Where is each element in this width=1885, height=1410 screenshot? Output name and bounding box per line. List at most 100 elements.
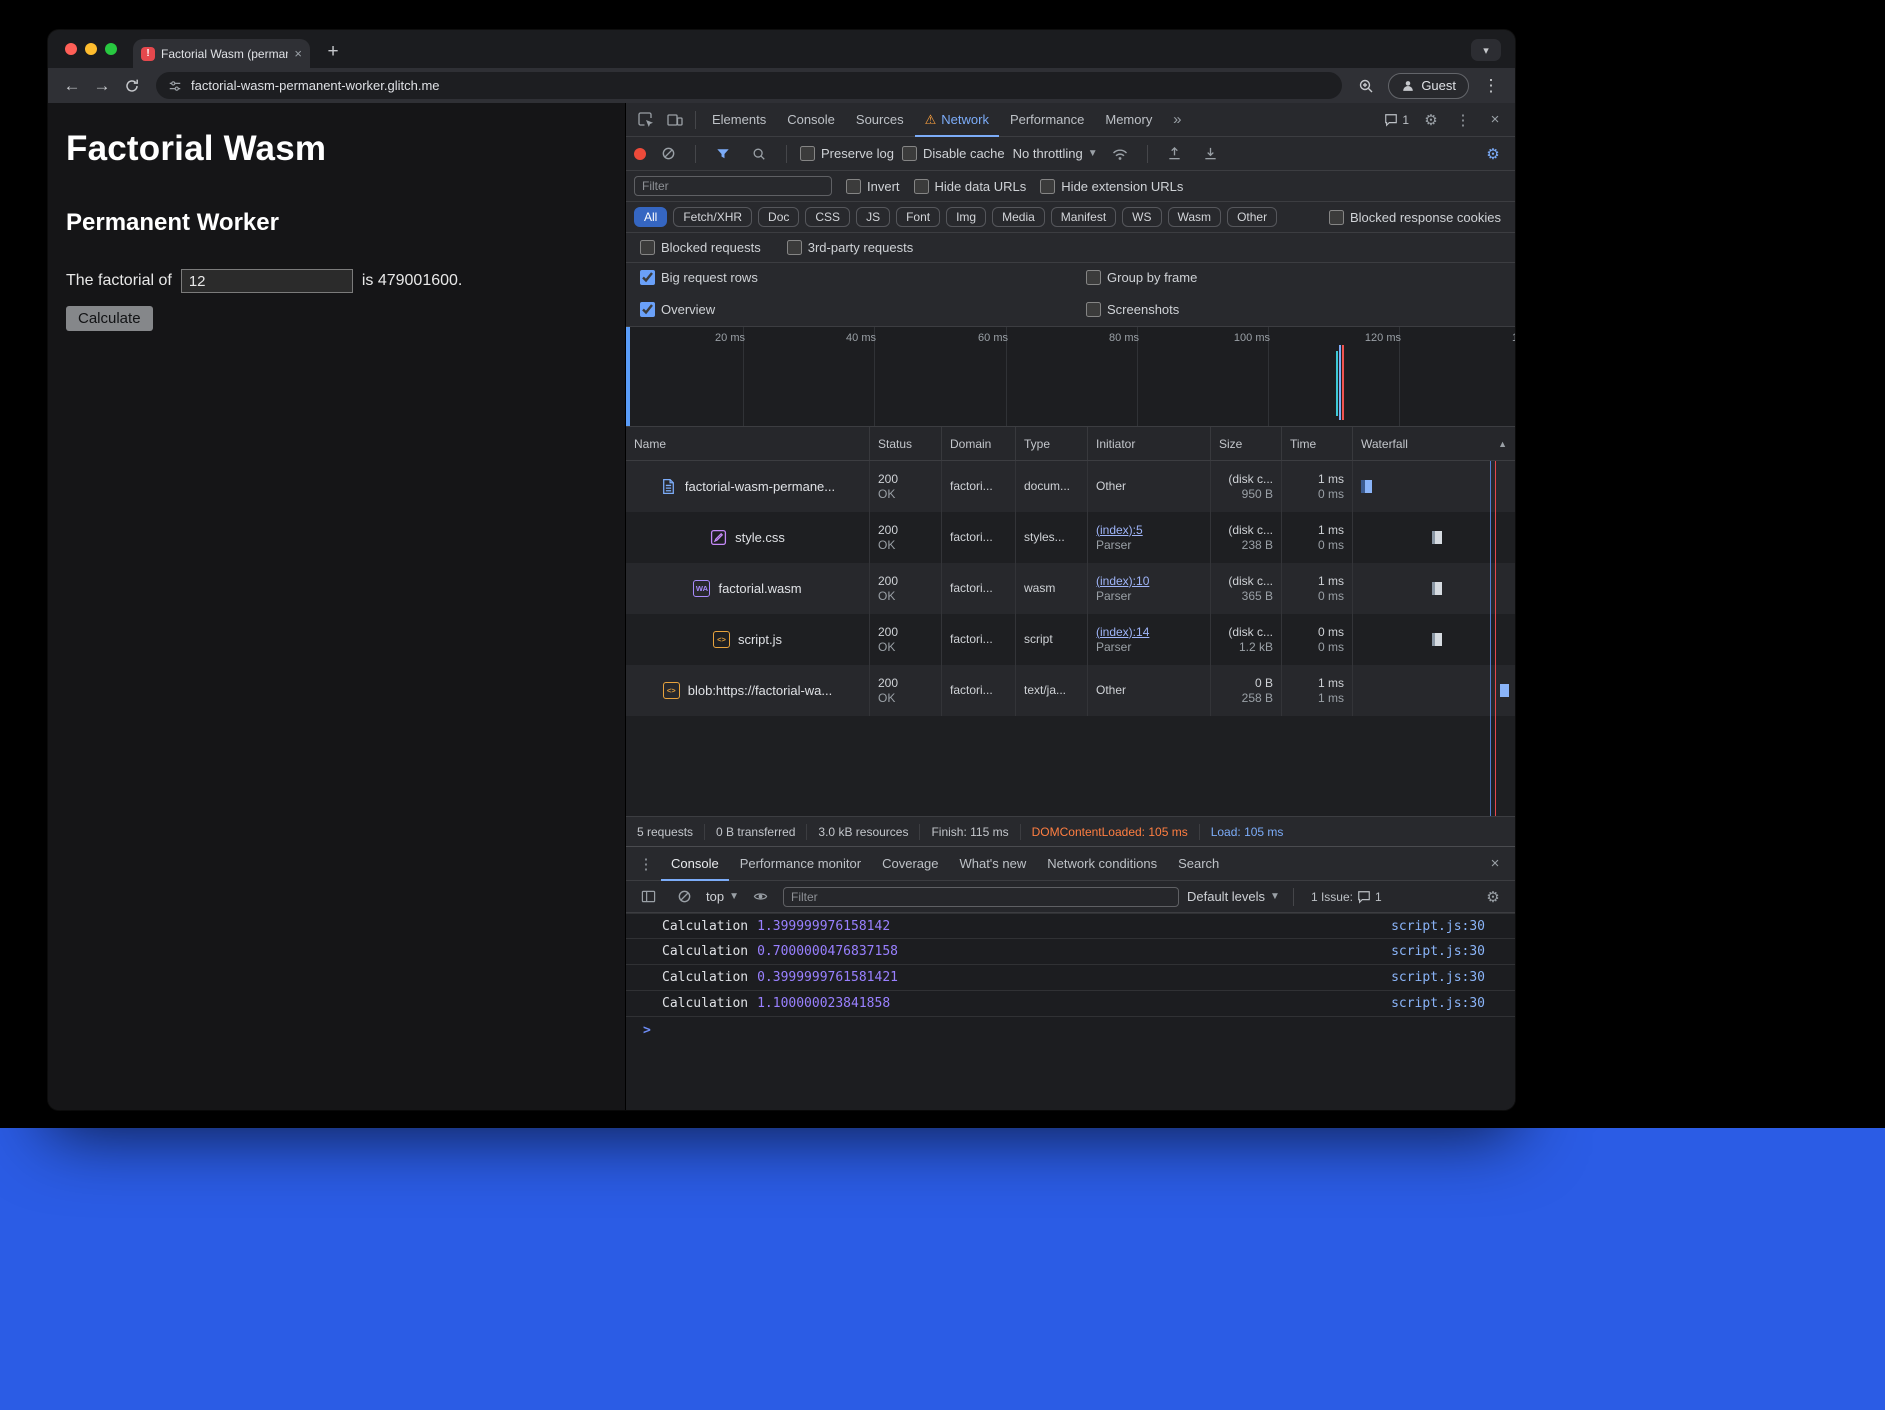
console-input[interactable]: > <box>626 1017 1515 1043</box>
devtools-settings-button[interactable]: ⚙ <box>1417 107 1445 133</box>
zoom-button[interactable] <box>1352 72 1380 100</box>
clear-console-button[interactable] <box>670 884 698 910</box>
filter-chip-wasm[interactable]: Wasm <box>1168 207 1222 227</box>
network-filter-input[interactable] <box>634 176 832 196</box>
filter-chip-other[interactable]: Other <box>1227 207 1277 227</box>
hide-data-urls-checkbox[interactable]: Hide data URLs <box>914 179 1027 194</box>
tab-sources[interactable]: Sources <box>846 103 914 137</box>
filter-chip-media[interactable]: Media <box>992 207 1045 227</box>
blocked-requests-checkbox[interactable]: Blocked requests <box>640 240 761 255</box>
javascript-context-dropdown[interactable]: top▼ <box>706 889 739 904</box>
column-header-name[interactable]: Name <box>626 427 870 460</box>
console-message[interactable]: Calculation 1.399999976158142 script.js:… <box>626 913 1515 939</box>
tab-memory[interactable]: Memory <box>1095 103 1162 137</box>
network-settings-button[interactable]: ⚙ <box>1479 141 1507 167</box>
filter-chip-all[interactable]: All <box>634 207 667 227</box>
devtools-menu-button[interactable]: ⋮ <box>1449 107 1477 133</box>
checkbox[interactable] <box>800 146 815 161</box>
browser-tab[interactable]: ! Factorial Wasm (permanent W × <box>133 39 310 68</box>
checkbox[interactable] <box>787 240 802 255</box>
screenshots-checkbox[interactable]: Screenshots <box>1086 302 1179 317</box>
checkbox[interactable] <box>902 146 917 161</box>
table-row[interactable]: factorial-wasm-permane... 200OK factori.… <box>626 461 1515 512</box>
issues-counter[interactable]: 1 Issue: 1 <box>1307 890 1386 904</box>
checkbox[interactable] <box>914 179 929 194</box>
console-sidebar-toggle-button[interactable] <box>634 884 662 910</box>
more-tabs-button[interactable]: » <box>1163 107 1191 133</box>
checkbox[interactable] <box>640 240 655 255</box>
filter-chip-img[interactable]: Img <box>946 207 986 227</box>
factorial-input[interactable] <box>181 269 353 293</box>
inspect-element-button[interactable] <box>632 107 660 133</box>
big-request-rows-checkbox[interactable]: Big request rows <box>640 270 758 285</box>
preserve-log-checkbox[interactable]: Preserve log <box>800 146 894 161</box>
issues-counter[interactable]: 1 <box>1380 113 1413 127</box>
column-header-waterfall[interactable]: Waterfall▲ <box>1353 427 1515 460</box>
record-network-log-button[interactable] <box>634 148 646 160</box>
network-conditions-button[interactable] <box>1106 141 1134 167</box>
blocked-response-cookies-checkbox[interactable]: Blocked response cookies <box>1329 210 1501 225</box>
create-live-expression-button[interactable] <box>747 884 775 910</box>
column-header-time[interactable]: Time <box>1282 427 1353 460</box>
initiator-link[interactable]: (index):14 <box>1096 625 1202 640</box>
tab-elements[interactable]: Elements <box>702 103 776 137</box>
reload-button[interactable] <box>118 72 146 100</box>
tab-close-icon[interactable]: × <box>294 47 302 60</box>
filter-chip-css[interactable]: CSS <box>805 207 850 227</box>
filter-chip-doc[interactable]: Doc <box>758 207 799 227</box>
source-link[interactable]: script.js:30 <box>1391 944 1485 959</box>
tab-console[interactable]: Console <box>777 103 845 137</box>
back-button[interactable]: ← <box>58 72 86 100</box>
forward-button[interactable]: → <box>88 72 116 100</box>
checkbox[interactable] <box>1329 210 1344 225</box>
disable-cache-checkbox[interactable]: Disable cache <box>902 146 1005 161</box>
overview-handle[interactable] <box>626 327 630 426</box>
drawer-menu-button[interactable]: ⋮ <box>632 851 660 877</box>
profile-button[interactable]: Guest <box>1388 73 1469 99</box>
drawer-tab-coverage[interactable]: Coverage <box>872 847 948 881</box>
checkbox[interactable] <box>640 270 655 285</box>
hide-extension-urls-checkbox[interactable]: Hide extension URLs <box>1040 179 1183 194</box>
tab-performance[interactable]: Performance <box>1000 103 1094 137</box>
source-link[interactable]: script.js:30 <box>1391 996 1485 1011</box>
minimize-window-button[interactable] <box>85 43 97 55</box>
import-har-button[interactable] <box>1161 141 1189 167</box>
filter-chip-font[interactable]: Font <box>896 207 940 227</box>
console-message[interactable]: Calculation 1.100000023841858 script.js:… <box>626 991 1515 1017</box>
console-settings-button[interactable]: ⚙ <box>1479 884 1507 910</box>
column-header-domain[interactable]: Domain <box>942 427 1016 460</box>
calculate-button[interactable]: Calculate <box>66 306 153 331</box>
console-filter-input[interactable] <box>783 887 1179 907</box>
filter-chip-fetch-xhr[interactable]: Fetch/XHR <box>673 207 752 227</box>
column-header-status[interactable]: Status <box>870 427 942 460</box>
console-message[interactable]: Calculation 0.3999999761581421 script.js… <box>626 965 1515 991</box>
source-link[interactable]: script.js:30 <box>1391 970 1485 985</box>
log-levels-dropdown[interactable]: Default levels▼ <box>1187 889 1280 904</box>
table-row[interactable]: WA factorial.wasm 200OK factori... wasm … <box>626 563 1515 614</box>
drawer-tab-network-conditions[interactable]: Network conditions <box>1037 847 1167 881</box>
network-overview-timeline[interactable]: 20 ms 40 ms 60 ms 80 ms 100 ms 120 ms 14 <box>626 327 1515 427</box>
site-settings-icon[interactable] <box>168 79 182 93</box>
initiator-link[interactable]: (index):5 <box>1096 523 1202 538</box>
filter-toggle-button[interactable] <box>709 141 737 167</box>
column-header-type[interactable]: Type <box>1016 427 1088 460</box>
maximize-window-button[interactable] <box>105 43 117 55</box>
filter-chip-manifest[interactable]: Manifest <box>1051 207 1116 227</box>
drawer-tab-performance-monitor[interactable]: Performance monitor <box>730 847 871 881</box>
device-toolbar-button[interactable] <box>661 107 689 133</box>
initiator-link[interactable]: (index):10 <box>1096 574 1202 589</box>
column-header-size[interactable]: Size <box>1211 427 1282 460</box>
devtools-close-button[interactable]: × <box>1481 107 1509 133</box>
drawer-tab-console[interactable]: Console <box>661 847 729 881</box>
checkbox[interactable] <box>640 302 655 317</box>
drawer-close-button[interactable]: × <box>1481 851 1509 877</box>
drawer-tab-whats-new[interactable]: What's new <box>949 847 1036 881</box>
column-header-initiator[interactable]: Initiator <box>1088 427 1211 460</box>
tab-search-button[interactable]: ▾ <box>1471 39 1501 61</box>
filter-chip-js[interactable]: JS <box>856 207 890 227</box>
table-row[interactable]: style.css 200OK factori... styles... (in… <box>626 512 1515 563</box>
drawer-tab-search[interactable]: Search <box>1168 847 1229 881</box>
network-search-button[interactable] <box>745 141 773 167</box>
tab-network[interactable]: ⚠Network <box>915 103 999 137</box>
browser-menu-button[interactable]: ⋮ <box>1477 72 1505 100</box>
